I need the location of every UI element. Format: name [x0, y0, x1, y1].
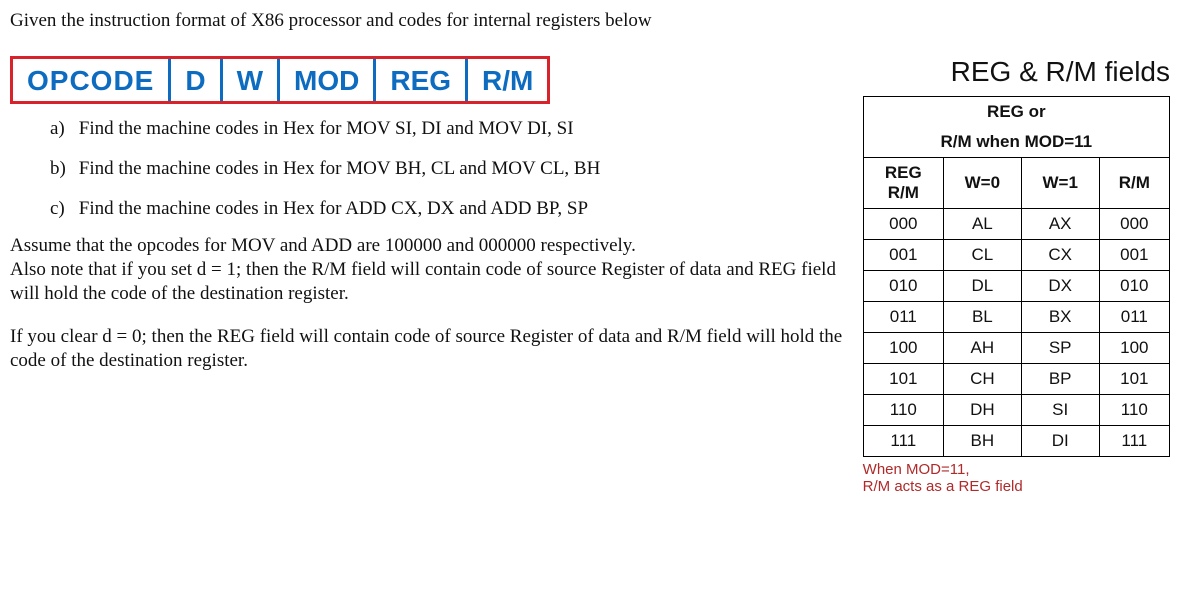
cell: AH	[943, 333, 1021, 364]
table-row: 101CHBP101	[863, 364, 1169, 395]
table-row: 100AHSP100	[863, 333, 1169, 364]
cell: CL	[943, 240, 1021, 271]
seg-rm: R/M	[468, 59, 547, 101]
cell: 101	[863, 364, 943, 395]
table-heading-bottom: R/M when MOD=11	[863, 127, 1169, 158]
reg-rm-table: REG or R/M when MOD=11 REG R/M W=0 W=1 R…	[863, 96, 1170, 457]
table-row: 011BLBX011	[863, 302, 1169, 333]
question-a: a) Find the machine codes in Hex for MOV…	[50, 118, 863, 140]
seg-w: W	[223, 59, 280, 101]
cell: 001	[863, 240, 943, 271]
question-c-label: c)	[50, 198, 74, 220]
col-header-reg-rm: REG R/M	[863, 158, 943, 209]
col-header-rm: R/M	[868, 183, 939, 203]
cell: 010	[1099, 271, 1169, 302]
table-row: 110DHSI110	[863, 395, 1169, 426]
seg-mod: MOD	[280, 59, 376, 101]
question-b: b) Find the machine codes in Hex for MOV…	[50, 158, 863, 180]
cell: 011	[1099, 302, 1169, 333]
cell: BP	[1021, 364, 1099, 395]
seg-opcode: OPCODE	[13, 59, 171, 101]
question-c-text: Find the machine codes in Hex for ADD CX…	[79, 198, 588, 219]
cell: 100	[1099, 333, 1169, 364]
cell: 001	[1099, 240, 1169, 271]
table-row: 000ALAX000	[863, 209, 1169, 240]
question-b-label: b)	[50, 158, 74, 180]
cell: BX	[1021, 302, 1099, 333]
cell: 110	[1099, 395, 1169, 426]
col-header-w0: W=0	[943, 158, 1021, 209]
instruction-format-diagram: OPCODE D W MOD REG R/M	[10, 56, 550, 104]
cell: SP	[1021, 333, 1099, 364]
cell: 100	[863, 333, 943, 364]
cell: 000	[1099, 209, 1169, 240]
seg-reg: REG	[376, 59, 468, 101]
cell: DL	[943, 271, 1021, 302]
col-header-reg: REG	[868, 163, 939, 183]
cell: 111	[1099, 426, 1169, 457]
question-list: a) Find the machine codes in Hex for MOV…	[50, 118, 863, 220]
question-a-label: a)	[50, 118, 74, 140]
table-row: 111BHDI111	[863, 426, 1169, 457]
note-d0: If you clear d = 0; then the REG field w…	[10, 325, 863, 373]
cell: 111	[863, 426, 943, 457]
cell: 101	[1099, 364, 1169, 395]
cell: 011	[863, 302, 943, 333]
note-opcodes: Assume that the opcodes for MOV and ADD …	[10, 234, 863, 258]
reg-table-title: REG & R/M fields	[863, 56, 1170, 88]
table-footer-1: When MOD=11,	[863, 461, 1170, 478]
cell: BH	[943, 426, 1021, 457]
cell: AL	[943, 209, 1021, 240]
cell: CX	[1021, 240, 1099, 271]
cell: BL	[943, 302, 1021, 333]
seg-d: D	[171, 59, 222, 101]
cell: DI	[1021, 426, 1099, 457]
col-header-rm2: R/M	[1099, 158, 1169, 209]
question-c: c) Find the machine codes in Hex for ADD…	[50, 198, 863, 220]
note-d1: Also note that if you set d = 1; then th…	[10, 258, 863, 306]
cell: 010	[863, 271, 943, 302]
page-title: Given the instruction format of X86 proc…	[10, 10, 1170, 32]
question-b-text: Find the machine codes in Hex for MOV BH…	[79, 158, 601, 179]
cell: 000	[863, 209, 943, 240]
table-heading-top: REG or	[863, 97, 1169, 128]
cell: SI	[1021, 395, 1099, 426]
col-header-w1: W=1	[1021, 158, 1099, 209]
cell: CH	[943, 364, 1021, 395]
table-footer-2: R/M acts as a REG field	[863, 478, 1170, 495]
table-row: 001CLCX001	[863, 240, 1169, 271]
question-a-text: Find the machine codes in Hex for MOV SI…	[79, 118, 574, 139]
cell: DH	[943, 395, 1021, 426]
table-row: 010DLDX010	[863, 271, 1169, 302]
cell: 110	[863, 395, 943, 426]
cell: AX	[1021, 209, 1099, 240]
cell: DX	[1021, 271, 1099, 302]
